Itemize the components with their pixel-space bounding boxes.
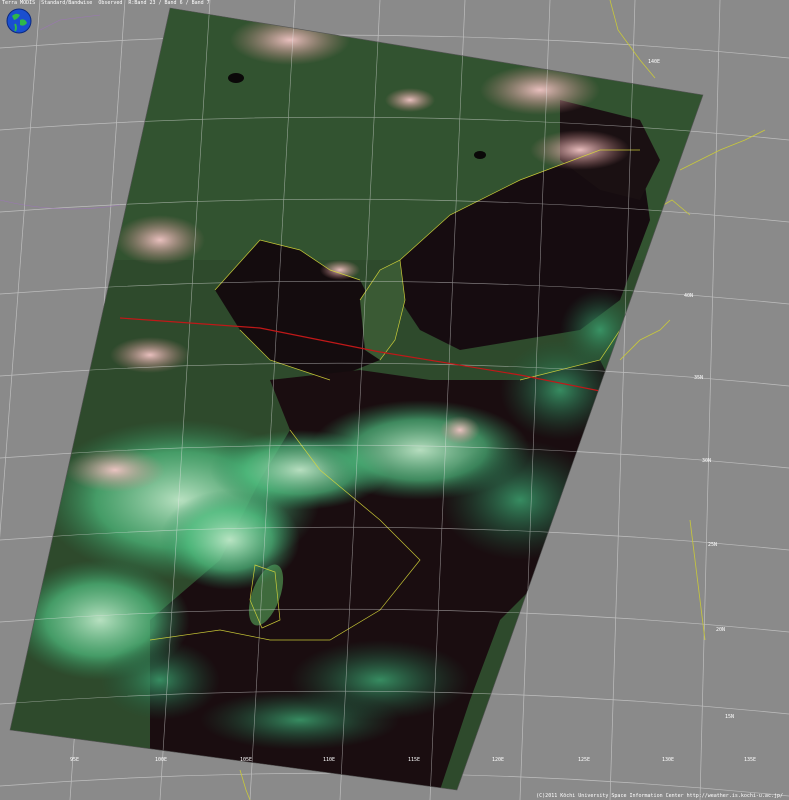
grid-label-lon: 105E — [240, 757, 253, 763]
header-info: Terra MODIS Standard/Bandwise Observed R:Ba… — [2, 0, 216, 6]
satellite-image-viewer[interactable] — [0, 0, 789, 800]
grid-label-lat: 35N — [694, 375, 704, 381]
grid-label-lon: 115E — [408, 757, 421, 763]
mode-text: Standard/Bandwise — [41, 0, 93, 6]
composite-text: Observed — [98, 0, 123, 6]
globe-icon — [6, 8, 32, 34]
grid-label-lat: 40N — [684, 293, 694, 299]
grid-label-lat: 20N — [716, 627, 726, 633]
grid-label-lon: 100E — [155, 757, 168, 763]
grid-label-lon: 120E — [492, 757, 505, 763]
band-text: R:Band 23 / Band 6 / Band 7 — [128, 0, 210, 6]
grid-label-lon: 140E — [648, 59, 661, 65]
grid-label-lon: 130E — [662, 757, 675, 763]
grid-label-lon: 135E — [744, 757, 757, 763]
grid-label-lon: 125E — [578, 757, 591, 763]
grid-label-lon: 110E — [323, 757, 336, 763]
credit-footer: (C)2011 Kōchi University Space Informati… — [536, 793, 783, 799]
satellite-swath — [10, 8, 703, 790]
grid-label-lat: 30N — [702, 458, 712, 464]
grid-label-lon: 95E — [70, 757, 80, 763]
grid-label-lat: 15N — [725, 714, 735, 720]
product-name: Terra MODIS — [2, 0, 36, 6]
grid-label-lat: 25N — [708, 542, 718, 548]
